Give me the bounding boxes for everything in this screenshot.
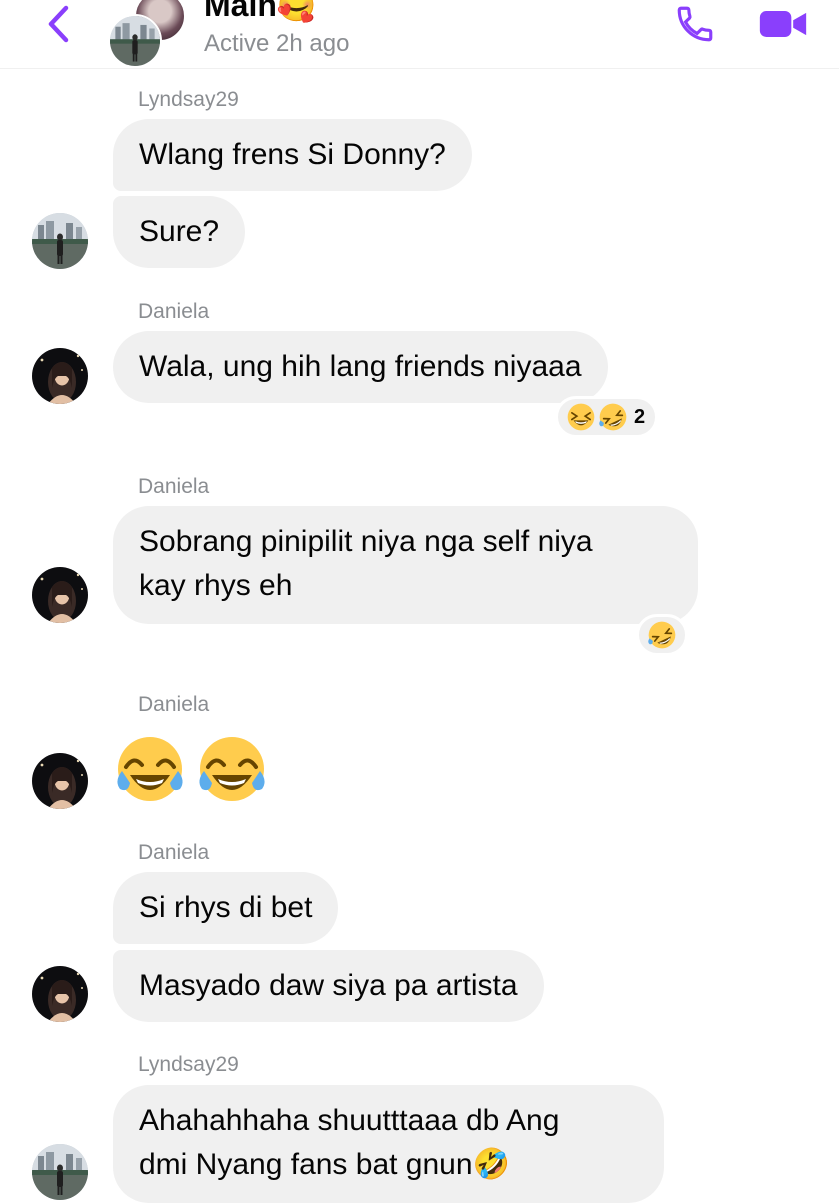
message-bubble[interactable]: Si rhys di bet bbox=[113, 872, 339, 944]
sender-name: Daniela bbox=[138, 841, 210, 864]
tears-of-joy-emoji-icon[interactable] bbox=[114, 733, 186, 805]
video-camera-icon bbox=[759, 11, 807, 37]
sender-name: Daniela bbox=[138, 300, 210, 323]
message-line: kay rhys eh bbox=[139, 569, 293, 602]
avatar[interactable] bbox=[32, 348, 88, 404]
avatar[interactable] bbox=[32, 966, 88, 1022]
sender-name: Daniela bbox=[138, 475, 210, 498]
message-bubble[interactable]: Wala, ung hih lang friends niyaaa bbox=[113, 331, 608, 403]
laughing-emoji-icon bbox=[566, 402, 596, 432]
avatar[interactable] bbox=[32, 753, 88, 809]
back-button[interactable] bbox=[38, 2, 78, 46]
avatar[interactable] bbox=[32, 213, 88, 269]
message-line: dmi Nyang fans bat gnun🤣 bbox=[139, 1148, 510, 1181]
sender-name: Lyndsay29 bbox=[138, 88, 239, 111]
chat-title[interactable]: Main🥰 bbox=[204, 0, 317, 24]
audio-call-button[interactable] bbox=[670, 2, 720, 46]
group-avatar[interactable] bbox=[104, 0, 186, 68]
avatar[interactable] bbox=[32, 1144, 88, 1200]
message-reactions[interactable]: 2 bbox=[555, 396, 659, 438]
message-bubble[interactable]: Sure? bbox=[113, 196, 246, 268]
chat-header: Main🥰 Active 2h ago bbox=[0, 0, 839, 68]
message-bubble[interactable]: Masyado daw siya pa artista bbox=[113, 950, 544, 1022]
group-member-avatar bbox=[108, 14, 162, 68]
rofl-emoji-icon bbox=[598, 402, 628, 432]
avatar[interactable] bbox=[32, 567, 88, 623]
sender-name: Daniela bbox=[138, 693, 210, 716]
phone-icon bbox=[677, 6, 713, 42]
message-bubble[interactable]: Ahahahhaha shuutttaaa db Ang dmi Nyang f… bbox=[113, 1085, 664, 1203]
message-reactions[interactable] bbox=[636, 614, 688, 656]
message-bubble[interactable]: Wlang frens Si Donny? bbox=[113, 119, 472, 191]
chevron-left-icon bbox=[48, 5, 69, 43]
tears-of-joy-emoji-icon[interactable] bbox=[196, 733, 268, 805]
message-bubble[interactable]: Sobrang pinipilit niya nga self niya kay… bbox=[113, 506, 698, 624]
sender-name: Lyndsay29 bbox=[138, 1053, 239, 1076]
message-line: Ahahahhaha shuutttaaa db Ang bbox=[139, 1104, 560, 1137]
active-status: Active 2h ago bbox=[204, 30, 350, 57]
rofl-emoji-icon bbox=[647, 620, 677, 650]
video-call-button[interactable] bbox=[758, 2, 808, 46]
reaction-count: 2 bbox=[634, 405, 646, 428]
message-line: Sobrang pinipilit niya nga self niya bbox=[139, 525, 593, 558]
